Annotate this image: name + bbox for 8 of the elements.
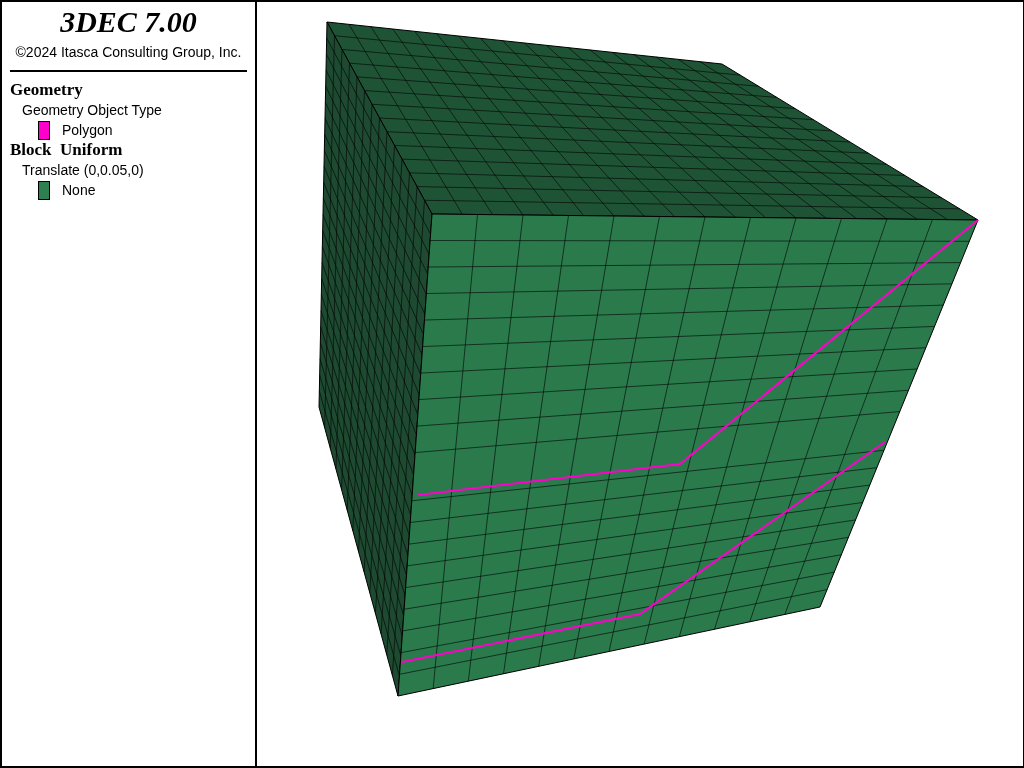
legend-subheading: Translate (0,0.05,0) bbox=[21, 161, 145, 180]
legend-label: Polygon bbox=[62, 121, 113, 140]
legend-heading: Geometry bbox=[10, 80, 84, 100]
copyright-text: ©2024 Itasca Consulting Group, Inc. bbox=[15, 43, 242, 62]
legend-subheading: Geometry Object Type bbox=[21, 101, 163, 120]
legend-heading: Block Uniform bbox=[10, 140, 124, 160]
program-title: 3DEC 7.00 bbox=[60, 6, 197, 38]
legend-label: None bbox=[62, 181, 96, 200]
